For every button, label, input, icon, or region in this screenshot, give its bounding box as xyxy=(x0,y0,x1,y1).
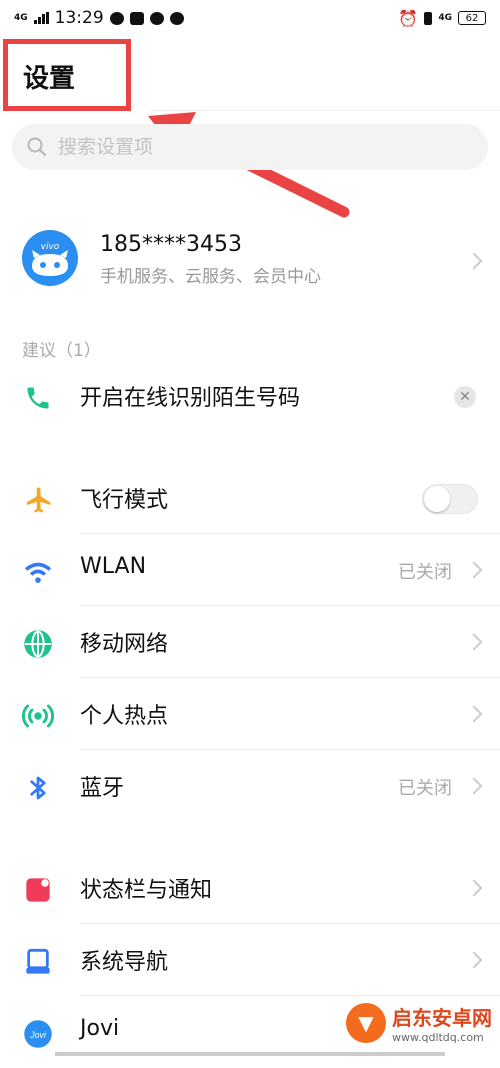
settings-row-label: 飞行模式 xyxy=(80,488,169,513)
globe-icon xyxy=(22,628,54,660)
search-input[interactable] xyxy=(56,135,440,159)
settings-row-label: Jovi xyxy=(80,1016,120,1041)
settings-row-notifications[interactable]: 状态栏与通知 xyxy=(0,852,500,924)
watermark-logo-icon: ▼ xyxy=(346,1003,386,1043)
home-indicator[interactable] xyxy=(55,1052,445,1056)
airplane-mode-toggle[interactable] xyxy=(422,484,478,514)
settings-row-label: WLAN xyxy=(80,554,147,579)
bluetooth-status: 已关闭 xyxy=(398,778,452,799)
settings-row-label: 移动网络 xyxy=(80,632,169,657)
settings-row-wlan[interactable]: WLAN 已关闭 xyxy=(0,534,500,606)
account-row[interactable]: vivo 185****3453 手机服务、云服务、会员中心 xyxy=(0,210,500,310)
avatar: vivo xyxy=(22,230,78,286)
chevron-right-icon xyxy=(465,951,483,969)
notification-icon xyxy=(22,874,54,906)
settings-row-bluetooth[interactable]: 蓝牙 已关闭 xyxy=(0,750,500,822)
account-phone: 185****3453 xyxy=(100,232,242,257)
svg-text:Jovi: Jovi xyxy=(29,1030,47,1040)
toggle-knob xyxy=(424,486,450,512)
settings-row-hotspot[interactable]: 个人热点 xyxy=(0,678,500,750)
chevron-right-icon xyxy=(465,561,483,579)
bluetooth-icon xyxy=(22,772,54,804)
search-bar[interactable] xyxy=(12,124,488,170)
account-subtitle: 手机服务、云服务、会员中心 xyxy=(100,267,321,287)
phone-icon xyxy=(22,382,54,414)
settings-row-label: 状态栏与通知 xyxy=(80,878,213,903)
navigation-icon xyxy=(22,946,54,978)
close-icon[interactable]: ✕ xyxy=(454,386,476,408)
watermark-title: 启东安卓网 xyxy=(392,1006,492,1030)
settings-row-navigation[interactable]: 系统导航 xyxy=(0,924,500,996)
chevron-right-icon xyxy=(465,777,483,795)
settings-row-mobile-network[interactable]: 移动网络 xyxy=(0,606,500,678)
chevron-right-icon xyxy=(465,633,483,651)
wlan-status: 已关闭 xyxy=(398,562,452,583)
suggestion-row[interactable]: 开启在线识别陌生号码 ✕ xyxy=(0,360,500,432)
suggestions-label: 建议（1） xyxy=(22,341,101,361)
chevron-right-icon xyxy=(465,879,483,897)
watermark: ▼ 启东安卓网 www.qdltdq.com xyxy=(346,1002,492,1044)
jovi-icon: Jovi xyxy=(22,1018,54,1050)
settings-row-label: 蓝牙 xyxy=(80,776,125,801)
settings-row-airplane[interactable]: 飞行模式 xyxy=(0,462,500,534)
watermark-url: www.qdltdq.com xyxy=(392,1031,484,1044)
search-icon xyxy=(27,137,47,157)
mascot-icon xyxy=(32,250,68,276)
suggestion-label: 开启在线识别陌生号码 xyxy=(80,386,301,411)
chevron-right-icon xyxy=(465,252,483,270)
wifi-icon xyxy=(22,556,54,588)
chevron-right-icon xyxy=(465,705,483,723)
hotspot-icon xyxy=(22,700,54,732)
settings-row-label: 系统导航 xyxy=(80,950,169,975)
airplane-icon xyxy=(22,484,54,516)
settings-row-label: 个人热点 xyxy=(80,704,169,729)
